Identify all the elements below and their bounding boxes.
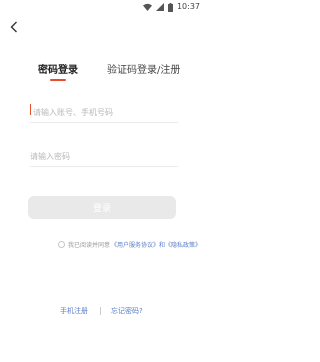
status-icons: 10:37	[142, 2, 200, 12]
back-button[interactable]	[7, 20, 21, 34]
wifi-icon	[142, 3, 152, 11]
battery-icon	[167, 2, 173, 12]
status-time: 10:37	[176, 2, 200, 11]
login-button[interactable]: 登录	[28, 196, 176, 219]
footer-divider	[100, 307, 101, 315]
login-tabs: 密码登录 验证码登录/注册	[0, 61, 204, 81]
footer-links: 手机注册 忘记密码?	[0, 306, 204, 318]
password-field	[30, 144, 178, 167]
phone-register-link[interactable]: 手机注册	[60, 306, 88, 316]
tab-sms-login-register[interactable]: 验证码登录/注册	[107, 61, 180, 76]
text-cursor	[30, 104, 31, 115]
account-field	[30, 100, 181, 123]
active-tab-indicator	[50, 79, 66, 81]
forgot-password-link[interactable]: 忘记密码?	[111, 306, 143, 316]
agreement-row: 我已阅读并同意 《用户服务协议》和《隐私政策》	[58, 238, 201, 250]
tab-password-login[interactable]: 密码登录	[38, 61, 78, 76]
back-chevron-icon	[10, 21, 17, 33]
signal-icon	[155, 3, 164, 11]
agreement-text: 我已阅读并同意	[68, 241, 111, 249]
agreement-links[interactable]: 《用户服务协议》和《隐私政策》	[111, 240, 201, 249]
agree-checkbox[interactable]	[58, 240, 65, 248]
status-bar: 10:37	[0, 0, 204, 14]
account-input[interactable]	[30, 103, 181, 122]
password-input[interactable]	[30, 147, 178, 166]
